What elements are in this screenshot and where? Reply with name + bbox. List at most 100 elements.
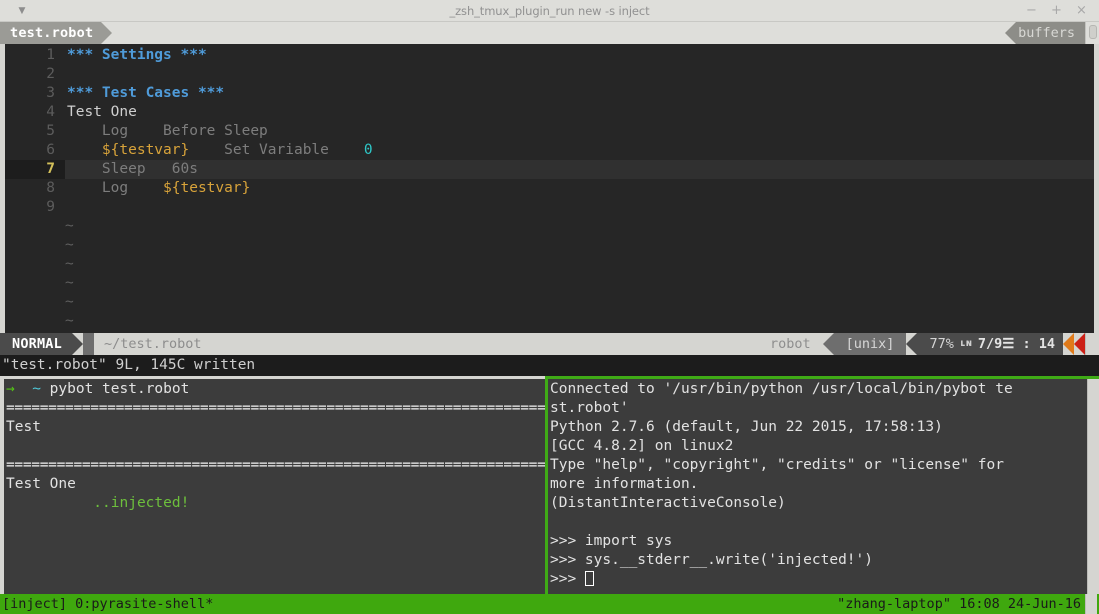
vim-filetype: robot (760, 333, 823, 355)
editor-empty-line: ~ (5, 274, 1099, 293)
editor-line[interactable]: 7 Sleep 60s (5, 160, 1099, 179)
editor-token: *** Settings *** (67, 47, 207, 63)
terminal-text: Connected to '/usr/bin/python /usr/local… (550, 381, 1013, 397)
statusline-arrow-icon-red (1074, 333, 1085, 355)
terminal-text: ..injected! (6, 495, 190, 511)
terminal-text: ========================================… (6, 457, 545, 473)
terminal-line: ..injected! (6, 494, 545, 513)
statusline-filler (211, 333, 761, 355)
terminal-line: [GCC 4.8.2] on linux2 (550, 437, 1087, 456)
terminal-line: → ~ pybot test.robot (6, 380, 545, 399)
terminal-line: Test (6, 418, 545, 437)
terminal-cursor (584, 571, 594, 586)
maximize-icon[interactable]: + (1051, 0, 1062, 22)
window-titlebar: ▼ _zsh_tmux_plugin_run new -s inject − +… (0, 0, 1099, 22)
tmux-status-bar: [inject] 0:pyrasite-shell* "zhang-laptop… (0, 594, 1099, 614)
editor-tilde-marker: ~ (65, 294, 74, 310)
editor-line[interactable]: 1 *** Settings *** (5, 46, 1099, 65)
tab-test-robot[interactable]: test.robot (0, 22, 102, 44)
buffers-indicator[interactable]: buffers (1005, 22, 1085, 44)
close-icon[interactable]: × (1076, 0, 1087, 22)
terminal-line: ========================================… (6, 399, 545, 418)
editor-line-text: Test One (65, 103, 137, 122)
terminal-line: Test One (6, 475, 545, 494)
editor-token: ${testvar} (128, 180, 251, 196)
editor-line-text: *** Settings *** (65, 46, 207, 65)
terminal-line: Connected to '/usr/bin/python /usr/local… (550, 380, 1087, 399)
terminal-line: >>> sys.__stderr__.write('injected!') (550, 551, 1087, 570)
editor-line-text: *** Test Cases *** (65, 84, 224, 103)
terminal-line: ========================================… (6, 456, 545, 475)
pane-scrollbar[interactable] (1087, 379, 1099, 594)
vim-right-rail (1094, 44, 1099, 333)
editor-empty-gutter (5, 255, 65, 274)
editor-tilde-marker: ~ (65, 313, 74, 329)
statusline-right-group: robot [unix] 77% ʟɴ 7/9☰ : 14 (760, 333, 1085, 355)
editor-line-text: Log Before Sleep (65, 122, 268, 141)
vim-editor-body[interactable]: 1 *** Settings *** 2 3 *** Test Cases *** 4 Te… (5, 44, 1099, 333)
editor-line[interactable]: 3 *** Test Cases *** (5, 84, 1099, 103)
terminal-text: ~ (32, 381, 41, 397)
editor-line[interactable]: 6 ${testvar} Set Variable 0 (5, 141, 1099, 160)
terminal-line: >>> import sys (550, 532, 1087, 551)
editor-empty-gutter (5, 312, 65, 331)
editor-line-number: 5 (46, 123, 55, 139)
terminal-line: Type "help", "copyright", "credits" or "… (550, 456, 1087, 475)
terminal-text: more information. (550, 476, 699, 492)
editor-line-text (65, 198, 67, 217)
editor-empty-line: ~ (5, 312, 1099, 331)
terminal-line: more information. (550, 475, 1087, 494)
terminal-text: (DistantInteractiveConsole) (550, 495, 786, 511)
terminal-text: st.robot' (550, 400, 629, 416)
editor-empty-line: ~ (5, 255, 1099, 274)
vim-mode-indicator: NORMAL (0, 333, 72, 355)
editor-tilde-marker: ~ (65, 256, 74, 272)
terminal-line: Python 2.7.6 (default, Jun 22 2015, 17:5… (550, 418, 1087, 437)
tmux-panes: → ~ pybot test.robot ====================… (0, 376, 1099, 594)
terminal-line: >>> (550, 570, 1087, 589)
editor-line[interactable]: 8 Log ${testvar} (5, 179, 1099, 198)
editor-line[interactable]: 2 (5, 65, 1099, 84)
terminal-text: >>> (550, 571, 585, 587)
vim-statusline: NORMAL ~/test.robot robot [unix] 77% ʟɴ … (0, 333, 1099, 355)
tmux-pane-right-body[interactable]: Connected to '/usr/bin/python /usr/local… (548, 379, 1087, 594)
editor-tilde-marker: ~ (65, 275, 74, 291)
editor-token: 0 (328, 142, 373, 158)
tabline-filler (112, 22, 1005, 44)
minimize-icon[interactable]: − (1026, 0, 1037, 22)
editor-line-number: 3 (46, 85, 55, 101)
editor-empty-line: ~ (5, 236, 1099, 255)
vim-file-path: ~/test.robot (103, 336, 202, 352)
vim-fileformat: [unix] (833, 333, 907, 355)
editor-token: Log (67, 180, 129, 196)
editor-empty-line: ~ (5, 293, 1099, 312)
vim-position-group: 77% ʟɴ 7/9☰ : 14 (917, 333, 1063, 355)
editor-line-text: Sleep 60s (65, 160, 198, 179)
buffers-arrow-icon (1005, 22, 1017, 44)
editor-token: Sleep 60s (67, 161, 198, 177)
editor-line[interactable]: 9 (5, 198, 1099, 217)
terminal-text: >>> sys.__stderr__.write('injected!') (550, 552, 874, 568)
tmux-session-window[interactable]: [inject] 0:pyrasite-shell* (2, 596, 213, 612)
editor-tilde-marker: ~ (65, 218, 74, 234)
tmux-pane-left[interactable]: → ~ pybot test.robot ====================… (0, 376, 545, 594)
terminal-text: [GCC 4.8.2] on linux2 (550, 438, 734, 454)
vim-command-line[interactable]: "test.robot" 9L, 145C written (0, 355, 1099, 376)
vim-cursor-position: 7/9☰ : 14 (977, 336, 1055, 352)
editor-line-text (65, 65, 67, 84)
tmux-pane-right-active[interactable]: Connected to '/usr/bin/python /usr/local… (545, 376, 1099, 594)
vim-tabline: test.robot buffers (0, 22, 1099, 44)
window-menu-caret-icon[interactable]: ▼ (0, 0, 44, 22)
tmux-pane-left-body[interactable]: → ~ pybot test.robot ====================… (4, 379, 545, 513)
vim-editor[interactable]: 1 *** Settings *** 2 3 *** Test Cases *** 4 Te… (0, 44, 1099, 333)
statusline-arrow-icon-1 (71, 333, 83, 355)
editor-line-number: 7 (5, 160, 65, 179)
terminal-text: Python 2.7.6 (default, Jun 22 2015, 17:5… (550, 419, 943, 435)
editor-line[interactable]: 4 Test One (5, 103, 1099, 122)
editor-token: Test One (67, 104, 137, 120)
editor-line[interactable]: 5 Log Before Sleep (5, 122, 1099, 141)
tabline-scrollbar[interactable] (1085, 22, 1099, 44)
